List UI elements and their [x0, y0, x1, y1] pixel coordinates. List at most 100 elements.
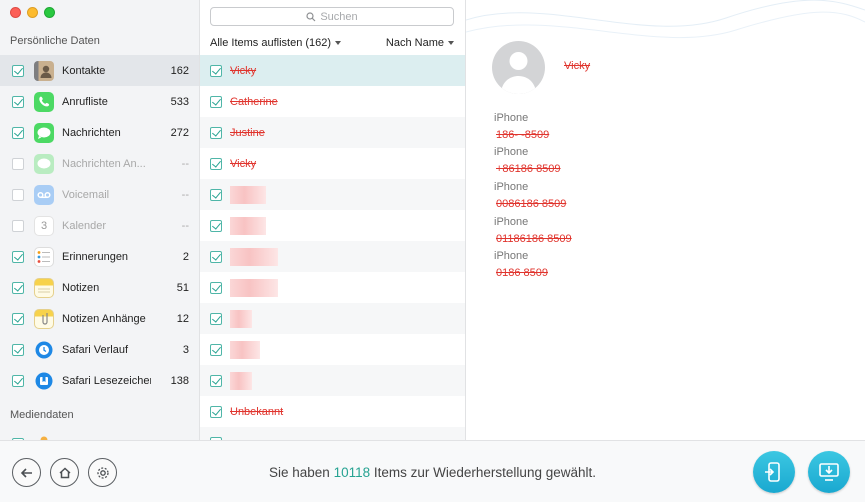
checkbox[interactable]: [12, 281, 24, 294]
sidebar-item-notes-attachments[interactable]: Notizen Anhänge 12: [0, 303, 199, 334]
checkbox[interactable]: [12, 374, 24, 387]
sidebar-item-reminders[interactable]: Erinnerungen 2: [0, 241, 199, 272]
notes-icon: [34, 277, 54, 298]
checkbox[interactable]: [210, 95, 222, 108]
list-item[interactable]: [200, 334, 465, 365]
sidebar-item-photos[interactable]: [0, 428, 199, 440]
sidebar: Persönliche Daten Kontakte 162 Anruflist…: [0, 0, 200, 440]
list-item[interactable]: Vicky: [200, 55, 465, 86]
checkbox[interactable]: [12, 126, 24, 139]
phone-number: 186- -8509: [496, 129, 550, 141]
contact-name: Catherine: [230, 95, 278, 108]
recover-to-computer-button[interactable]: [808, 451, 850, 493]
redacted-name: [230, 185, 266, 204]
list-item[interactable]: [200, 365, 465, 396]
status-suffix: Items zur Wiederherstellung gewählt.: [373, 465, 596, 480]
safari-history-icon: [34, 340, 54, 360]
list-item[interactable]: Vicky: [200, 148, 465, 179]
messages-icon: [34, 122, 54, 143]
checkbox[interactable]: [210, 64, 222, 77]
checkbox[interactable]: [210, 374, 222, 387]
checkbox[interactable]: [12, 250, 24, 263]
checkbox[interactable]: [210, 126, 222, 139]
sidebar-item-safari-bookmarks[interactable]: Safari Lesezeichen 138: [0, 365, 199, 396]
sidebar-item-calls[interactable]: Anrufliste 533: [0, 86, 199, 117]
checkbox[interactable]: [210, 405, 222, 418]
sidebar-item-safari-history[interactable]: Safari Verlauf 3: [0, 334, 199, 365]
sidebar-item-count: --: [181, 157, 189, 170]
search-placeholder: Suchen: [320, 10, 358, 23]
list-item[interactable]: [200, 179, 465, 210]
contact-name: Vicky: [564, 60, 591, 72]
messages-attachment-icon: [34, 153, 54, 174]
sidebar-item-messages[interactable]: Nachrichten 272: [0, 117, 199, 148]
window-controls: [10, 7, 55, 18]
redacted-name: [230, 247, 278, 266]
checkbox[interactable]: [210, 281, 222, 294]
close-window-button[interactable]: [10, 7, 21, 18]
phone-number: 0086186 8509: [496, 198, 567, 210]
list-item[interactable]: [200, 210, 465, 241]
checkbox[interactable]: [12, 312, 24, 325]
phone-label: iPhone: [494, 146, 529, 158]
checkbox[interactable]: [12, 64, 24, 77]
notes-attachment-icon: [34, 308, 54, 329]
filter-dropdown[interactable]: Alle Items auflisten (162): [210, 37, 342, 49]
redacted-name: [230, 278, 278, 297]
search-input[interactable]: Suchen: [210, 7, 454, 26]
sidebar-item-count: 2: [182, 250, 189, 263]
phone-number: 01186186 8509: [496, 233, 572, 245]
checkbox[interactable]: [210, 188, 222, 201]
sidebar-item-label: Safari Verlauf: [62, 343, 129, 356]
section-title-personal: Persönliche Daten: [10, 35, 100, 47]
sidebar-item-message-attachments[interactable]: Nachrichten An... --: [0, 148, 199, 179]
checkbox[interactable]: [12, 157, 24, 170]
sidebar-item-voicemail[interactable]: Voicemail --: [0, 179, 199, 210]
sidebar-item-label: Notizen Anhänge: [62, 312, 146, 325]
redacted-name: [230, 216, 266, 235]
contact-detail-panel: Vicky iPhone 186- -8509 iPhone +86186 85…: [466, 0, 865, 440]
list-item[interactable]: Catherine: [200, 86, 465, 117]
checkbox[interactable]: [12, 343, 24, 356]
checkbox[interactable]: [210, 343, 222, 356]
list-item[interactable]: [200, 241, 465, 272]
sidebar-item-count: 138: [170, 374, 189, 387]
phone-number: +86186 8509: [496, 163, 561, 175]
phone-number: 0186 8509: [496, 267, 548, 279]
checkbox[interactable]: [12, 95, 24, 108]
sort-dropdown[interactable]: Nach Name: [386, 37, 454, 49]
zoom-window-button[interactable]: [44, 7, 55, 18]
list-item[interactable]: Unbekannt: [200, 396, 465, 427]
sidebar-item-contacts[interactable]: Kontakte 162: [0, 55, 199, 86]
sidebar-item-label: Kalender: [62, 219, 107, 232]
item-list-panel: Suchen Alle Items auflisten (162) Nach N…: [200, 0, 466, 440]
list-item[interactable]: Justine: [200, 117, 465, 148]
contact-name: Vicky: [230, 157, 257, 170]
minimize-window-button[interactable]: [27, 7, 38, 18]
sidebar-item-label: Voicemail: [62, 188, 110, 201]
chevron-down-icon: [448, 41, 454, 46]
status-count: 10118: [333, 465, 371, 480]
status-prefix: Sie haben: [269, 465, 330, 480]
sidebar-item-calendar[interactable]: 3 Kalender --: [0, 210, 199, 241]
checkbox[interactable]: [210, 219, 222, 232]
checkbox[interactable]: [210, 250, 222, 263]
sidebar-item-label: Kontakte: [62, 64, 106, 77]
checkbox[interactable]: [210, 157, 222, 170]
recover-to-computer-icon: [819, 463, 839, 481]
filter-label: Alle Items auflisten (162): [210, 37, 332, 49]
sidebar-item-notes[interactable]: Notizen 51: [0, 272, 199, 303]
list-item[interactable]: [200, 427, 465, 440]
calendar-icon: 3: [34, 215, 54, 236]
list-item[interactable]: [200, 303, 465, 334]
checkbox[interactable]: [210, 312, 222, 325]
recover-to-device-button[interactable]: [753, 451, 795, 493]
status-text: Sie haben 10118 Items zur Wiederherstell…: [0, 465, 865, 480]
sort-label: Nach Name: [385, 37, 444, 49]
checkbox[interactable]: [12, 219, 24, 232]
list-item[interactable]: [200, 272, 465, 303]
sidebar-item-count: --: [181, 219, 189, 232]
checkbox[interactable]: [12, 188, 24, 201]
sidebar-item-count: --: [181, 188, 189, 201]
sidebar-item-count: 3: [182, 343, 189, 356]
